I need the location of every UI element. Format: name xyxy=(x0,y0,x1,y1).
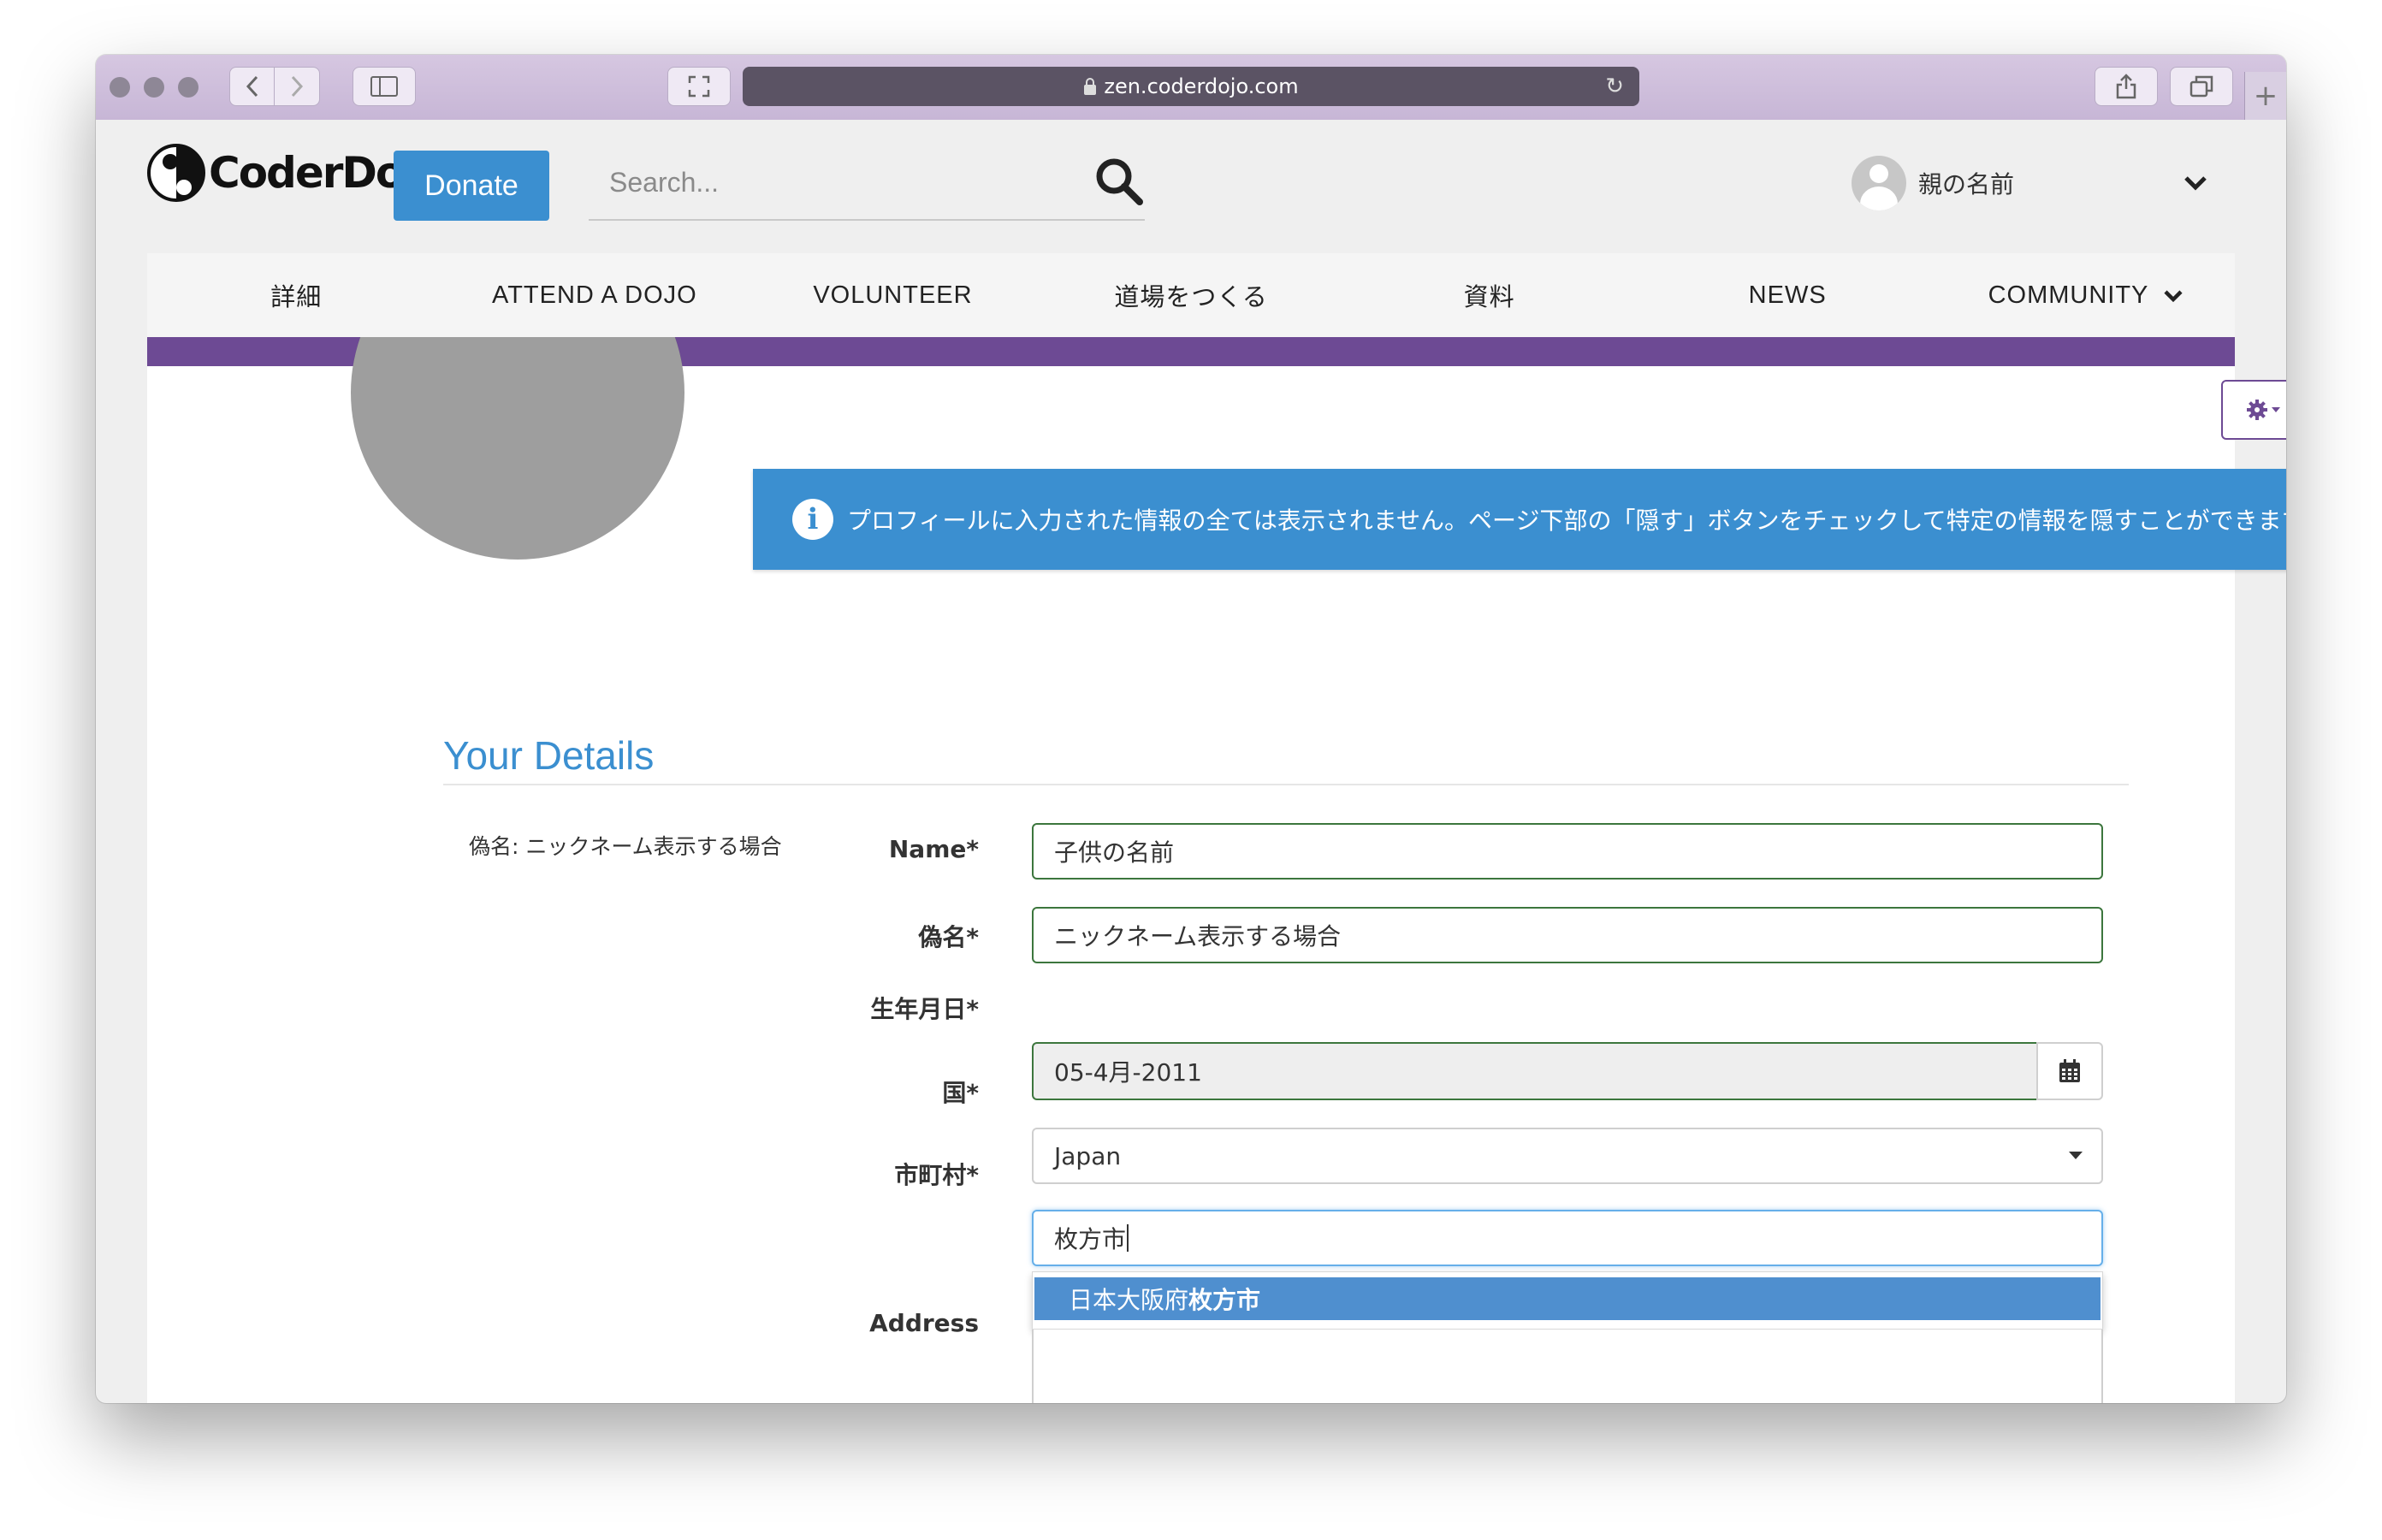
address-label: Address xyxy=(869,1309,979,1337)
forward-button[interactable] xyxy=(274,67,320,106)
city-value: 枚方市 xyxy=(1054,1225,1127,1253)
section-divider xyxy=(443,784,2129,785)
chevron-right-icon xyxy=(291,75,304,98)
sidebar-toggle-button[interactable] xyxy=(353,67,416,106)
chevron-left-icon xyxy=(246,75,258,98)
city-input[interactable]: 枚方市 xyxy=(1032,1210,2103,1266)
search-icon[interactable] xyxy=(1093,156,1145,207)
nav-item-community-label: COMMUNITY xyxy=(1988,281,2148,309)
share-icon xyxy=(2116,74,2136,99)
reload-icon[interactable]: ↻ xyxy=(1605,74,1624,99)
search-field[interactable]: Search... xyxy=(589,145,1145,221)
country-label: 国* xyxy=(942,1079,979,1107)
section-title: Your Details xyxy=(443,733,655,778)
city-label: 市町村* xyxy=(894,1161,979,1189)
settings-dropdown-button[interactable] xyxy=(2221,380,2286,440)
calendar-button[interactable] xyxy=(2036,1042,2103,1100)
share-button[interactable] xyxy=(2095,67,2158,106)
alias-input[interactable]: ニックネーム表示する場合 xyxy=(1032,907,2103,963)
nav-item-attend-a-dojo[interactable]: ATTEND A DOJO xyxy=(446,281,744,310)
info-banner-text: プロフィールに入力された情報の全ては表示されません。ページ下部の「隠す」ボタンを… xyxy=(847,506,2286,535)
alias-label: 偽名* xyxy=(918,923,979,951)
url-text: zen.coderdojo.com xyxy=(1104,74,1299,98)
lock-icon xyxy=(1084,78,1097,95)
minimize-window-button[interactable] xyxy=(144,77,164,98)
gear-icon xyxy=(2247,400,2280,420)
browser-window: zen.coderdojo.com ↻ + CoderDojo Donate S… xyxy=(96,55,2286,1403)
info-icon: i xyxy=(792,499,833,540)
calendar-icon xyxy=(2059,1059,2080,1082)
avatar xyxy=(1852,156,1906,210)
suggestion-prefix: 日本大阪府 xyxy=(1069,1286,1189,1314)
browser-titlebar: zen.coderdojo.com ↻ + xyxy=(96,55,2286,121)
name-label: Name* xyxy=(888,835,979,863)
name-input[interactable]: 子供の名前 xyxy=(1032,823,2103,880)
nav-item-news[interactable]: NEWS xyxy=(1638,281,1937,310)
user-name: 親の名前 xyxy=(1918,170,2015,198)
caret-down-icon xyxy=(2069,1152,2083,1159)
info-banner: i プロフィールに入力された情報の全ては表示されません。ページ下部の「隠す」ボタ… xyxy=(753,469,2286,570)
search-placeholder: Search... xyxy=(609,166,720,198)
main-nav: 詳細 ATTEND A DOJO VOLUNTEER 道場をつくる 資料 NEW… xyxy=(147,253,2235,337)
nav-item-start-a-dojo[interactable]: 道場をつくる xyxy=(1042,277,1341,313)
user-menu[interactable]: 親の名前 xyxy=(1852,156,2014,210)
city-suggestions: 日本大阪府 枚方市 xyxy=(1032,1271,2103,1330)
country-select[interactable]: Japan xyxy=(1032,1128,2103,1184)
nav-item-details[interactable]: 詳細 xyxy=(147,277,446,313)
new-tab-button[interactable]: + xyxy=(2244,72,2286,120)
tabs-overview-button[interactable] xyxy=(2170,67,2233,106)
city-suggestion-option[interactable]: 日本大阪府 枚方市 xyxy=(1034,1277,2101,1320)
text-cursor xyxy=(1127,1224,1129,1252)
chevron-down-icon xyxy=(2164,289,2183,302)
chevron-down-icon[interactable] xyxy=(2184,175,2207,192)
nav-item-community[interactable]: COMMUNITY xyxy=(1936,281,2235,310)
birthdate-input[interactable]: 05-4月-2011 xyxy=(1032,1042,2038,1100)
birthdate-label: 生年月日* xyxy=(870,995,979,1023)
sidebar-icon xyxy=(370,76,398,97)
zoom-window-button[interactable] xyxy=(178,77,198,98)
country-value: Japan xyxy=(1054,1141,1122,1170)
fullscreen-button[interactable] xyxy=(667,67,731,106)
yin-yang-logo-icon xyxy=(147,144,205,202)
nav-item-resources[interactable]: 資料 xyxy=(1340,277,1638,313)
nav-item-volunteer[interactable]: VOLUNTEER xyxy=(744,281,1042,310)
address-bar[interactable]: zen.coderdojo.com ↻ xyxy=(743,67,1639,106)
address-textarea[interactable] xyxy=(1032,1330,2103,1403)
suggestion-match: 枚方市 xyxy=(1188,1286,1261,1314)
donate-button[interactable]: Donate xyxy=(394,151,549,221)
close-window-button[interactable] xyxy=(110,77,130,98)
back-button[interactable] xyxy=(229,67,276,106)
tabs-icon xyxy=(2189,75,2213,98)
expand-icon xyxy=(688,75,710,98)
